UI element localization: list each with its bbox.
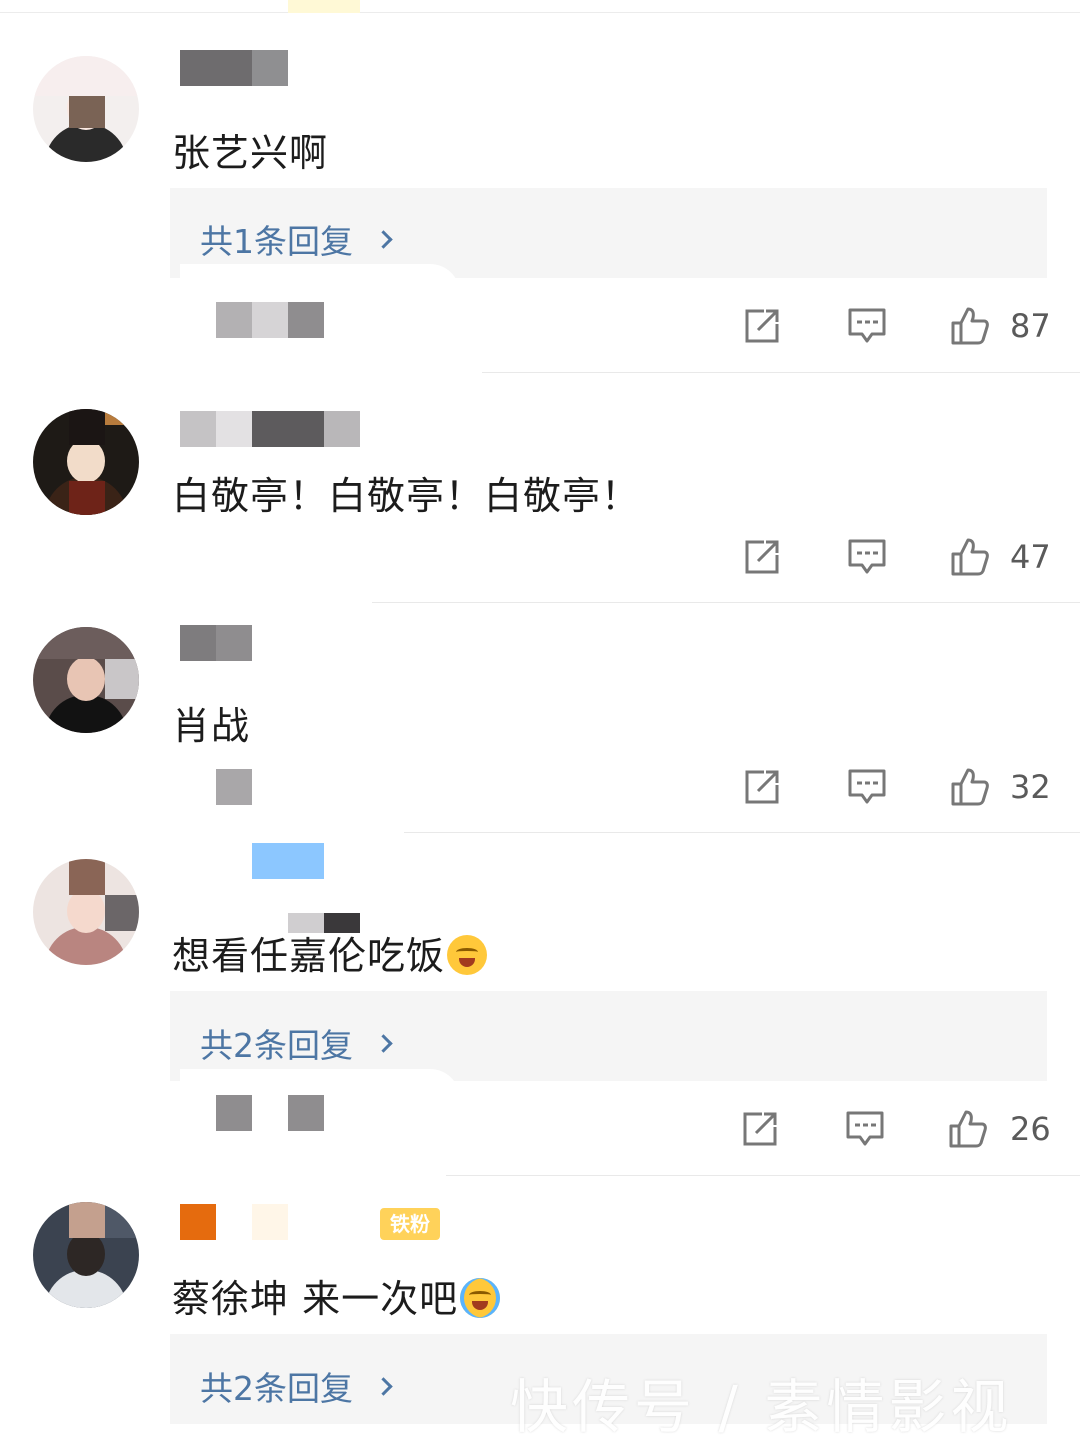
chevron-right-icon (374, 229, 393, 249)
comment-icon[interactable] (847, 537, 887, 577)
chevron-right-icon (374, 1376, 393, 1396)
comment-icon[interactable] (845, 1109, 885, 1149)
thumbs-up-icon[interactable] (948, 1109, 988, 1149)
thumbs-up-icon[interactable] (950, 537, 990, 577)
avatar[interactable] (33, 627, 139, 733)
avatar[interactable] (33, 859, 139, 965)
view-replies-label: 共2条回复 (200, 1026, 353, 1065)
fan-badge: 铁粉 (380, 1208, 440, 1240)
thumbs-up-icon[interactable] (950, 767, 990, 807)
thumbs-up-icon[interactable] (950, 306, 990, 346)
share-icon[interactable] (740, 1109, 780, 1149)
view-replies-link[interactable]: 共2条回复 (200, 1019, 393, 1067)
comment-icon[interactable] (847, 767, 887, 807)
view-replies-link[interactable]: 共2条回复 (200, 1362, 393, 1410)
view-replies-label: 共1条回复 (200, 222, 353, 261)
avatar[interactable] (33, 56, 139, 162)
redaction-mask (288, 0, 360, 13)
comment-icon[interactable] (847, 306, 887, 346)
laughing-face-icon (447, 935, 488, 975)
comment-text: 张艺兴啊 (172, 131, 329, 175)
username-redacted[interactable] (180, 1204, 288, 1240)
comment-actions: 32 (740, 767, 1051, 811)
like-count: 32 (1010, 768, 1051, 806)
like-count: 26 (1010, 1110, 1051, 1148)
redaction-mask (180, 264, 460, 294)
comment-actions: 87 (740, 306, 1051, 350)
share-icon[interactable] (742, 537, 782, 577)
comment-item: 想看任嘉伦吃饭 共2条回复 26 (0, 833, 1080, 1176)
comment-item: 张艺兴啊 共1条回复 87 (0, 30, 1080, 373)
comment-actions: 47 (740, 537, 1051, 581)
share-icon[interactable] (742, 767, 782, 807)
timestamp-redacted (216, 769, 252, 805)
comment-text: 肖战 (172, 704, 251, 748)
username-redacted[interactable] (252, 843, 324, 879)
like-count: 47 (1010, 538, 1051, 576)
comment-item: 白敬亭！白敬亭！白敬亭！ 47 (0, 373, 1080, 603)
username-redacted[interactable] (180, 50, 288, 86)
comment-text: 白敬亭！白敬亭！白敬亭！ (172, 474, 641, 518)
crying-face-icon (460, 1278, 501, 1318)
timestamp-redacted (216, 1095, 324, 1131)
chevron-right-icon (374, 1033, 393, 1053)
view-replies-label: 共2条回复 (200, 1369, 353, 1408)
comment-text-content: 想看任嘉伦吃饭 (172, 934, 446, 978)
share-icon[interactable] (742, 306, 782, 346)
timestamp-redacted (216, 302, 324, 338)
username-redacted[interactable] (180, 625, 252, 661)
like-count: 87 (1010, 307, 1051, 345)
comment-item: 肖战 32 (0, 603, 1080, 833)
comment-text: 想看任嘉伦吃饭 (172, 925, 488, 980)
comment-actions: 26 (740, 1109, 1051, 1153)
comment-text: 蔡徐坤 来一次吧 (172, 1268, 501, 1323)
comment-text-content: 蔡徐坤 来一次吧 (172, 1277, 459, 1321)
watermark: 快传号 / 素情影视 (510, 1373, 1013, 1441)
username-redacted[interactable] (180, 411, 360, 447)
avatar[interactable] (33, 1202, 139, 1308)
avatar[interactable] (33, 409, 139, 515)
top-divider (0, 12, 1080, 13)
view-replies-link[interactable]: 共1条回复 (200, 215, 393, 263)
